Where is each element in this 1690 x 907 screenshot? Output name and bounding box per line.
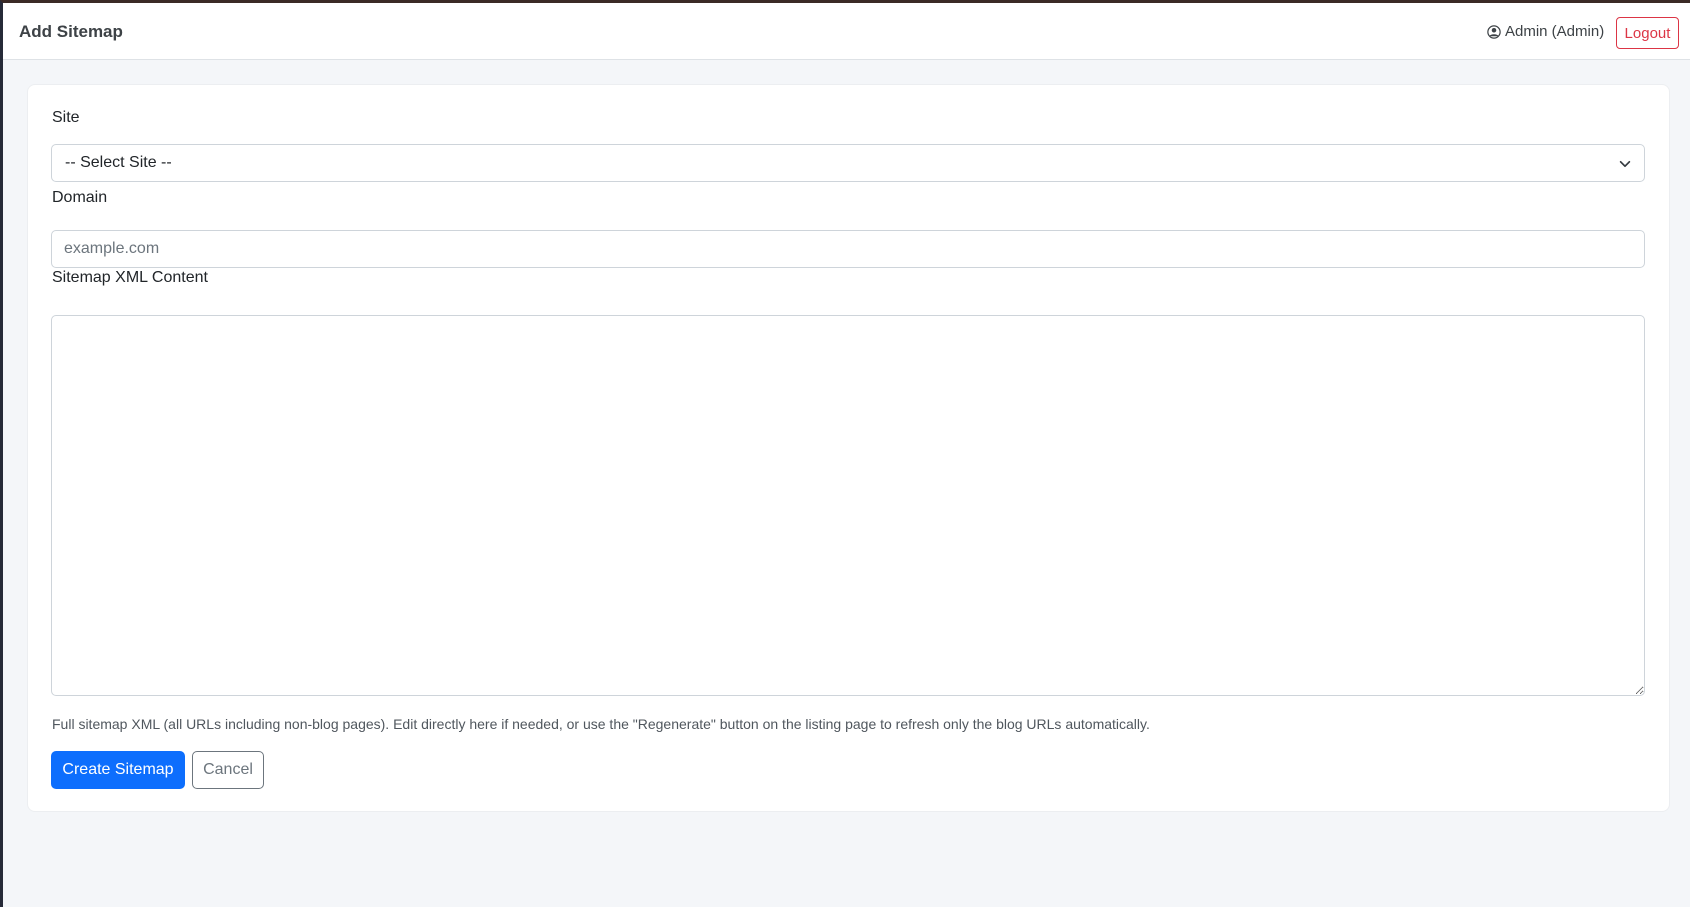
top-navbar: Add Sitemap Admin (Admin) Logout: [3, 3, 1690, 60]
sitemap-xml-textarea[interactable]: [51, 315, 1645, 696]
app-window: Add Sitemap Admin (Admin) Logout Site --…: [0, 0, 1690, 907]
site-select[interactable]: -- Select Site --: [51, 144, 1645, 182]
user-name: Admin (Admin): [1505, 23, 1605, 40]
cancel-button[interactable]: Cancel: [192, 751, 264, 789]
user-circle-icon: [1487, 24, 1501, 39]
site-select-value: -- Select Site --: [65, 154, 172, 171]
domain-label: Domain: [52, 189, 108, 206]
domain-input[interactable]: [51, 230, 1645, 268]
create-sitemap-button[interactable]: Create Sitemap: [51, 751, 185, 789]
sitemap-form-card: Site -- Select Site -- Domain Sitemap XM…: [27, 84, 1670, 812]
page-title: Add Sitemap: [19, 22, 123, 41]
site-label: Site: [52, 109, 80, 126]
chevron-down-icon: [1619, 160, 1631, 168]
current-user: Admin (Admin): [1487, 23, 1604, 40]
help-text: Full sitemap XML (all URLs including non…: [52, 716, 1150, 732]
logout-button[interactable]: Logout: [1616, 17, 1679, 49]
sitemap-content-label: Sitemap XML Content: [52, 269, 208, 286]
